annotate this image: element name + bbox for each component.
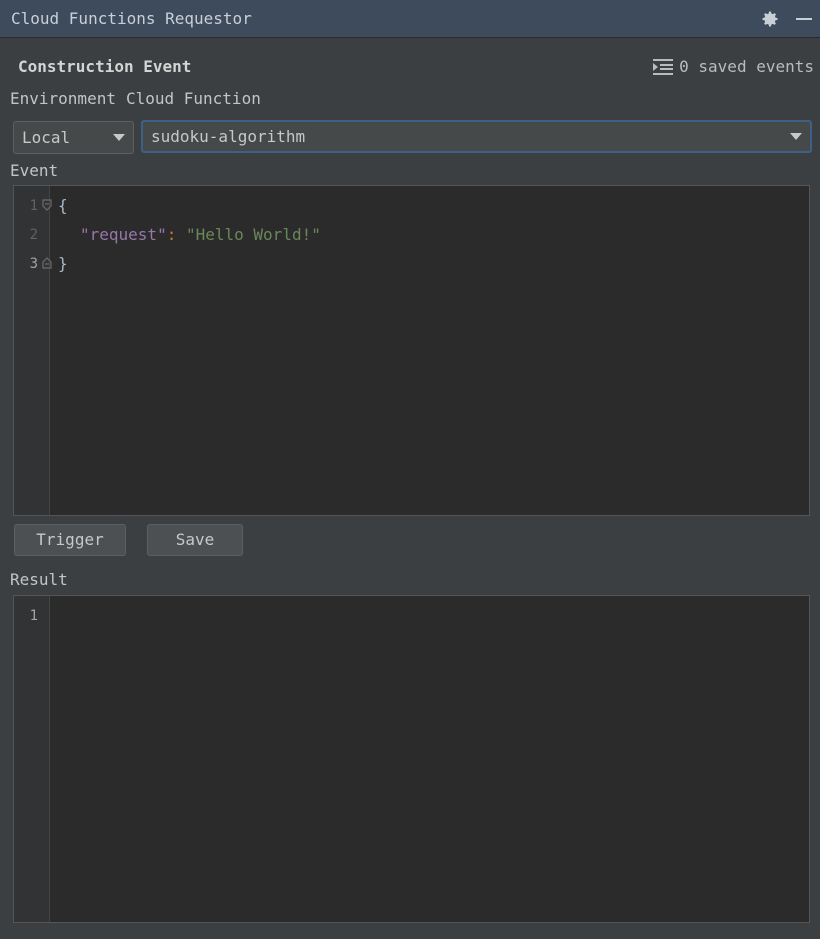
fold-close-icon[interactable] <box>42 257 52 269</box>
event-editor[interactable]: 1 2 3 { "request": "Hello World!" } <box>13 185 810 516</box>
cloud-function-label: Cloud Function <box>125 89 261 108</box>
cloud-function-select[interactable]: sudoku-algorithm <box>141 120 812 153</box>
line-number: 2 <box>29 227 38 243</box>
code-line: "request": "Hello World!" <box>80 225 321 244</box>
json-brace: } <box>58 254 68 273</box>
event-editor-gutter: 1 2 3 <box>14 186 52 515</box>
code-line: { <box>58 196 68 215</box>
section-title: Construction Event <box>18 57 192 76</box>
result-label: Result <box>10 570 68 589</box>
minimize-icon[interactable] <box>796 18 812 20</box>
saved-events-indicator[interactable]: 0 saved events <box>653 57 814 76</box>
gear-icon[interactable] <box>760 9 780 29</box>
environment-label: Environment <box>10 89 116 108</box>
json-string: "Hello World!" <box>185 225 321 244</box>
json-brace: { <box>58 196 68 215</box>
json-colon: : <box>166 225 177 244</box>
result-editor-gutter: 1 <box>14 596 50 922</box>
line-number: 3 <box>29 256 38 272</box>
list-icon <box>653 58 674 75</box>
code-line: } <box>58 254 68 273</box>
chevron-down-icon <box>790 133 802 140</box>
cloud-function-select-value: sudoku-algorithm <box>151 127 306 146</box>
window-title: Cloud Functions Requestor <box>11 9 252 28</box>
environment-select[interactable]: Local <box>13 121 134 154</box>
saved-events-count: 0 saved events <box>679 57 814 76</box>
json-key: "request" <box>80 225 167 244</box>
fold-open-icon[interactable] <box>42 199 52 211</box>
event-label: Event <box>10 161 59 180</box>
line-number: 1 <box>29 198 38 214</box>
result-editor[interactable]: 1 <box>13 595 810 923</box>
chevron-down-icon <box>113 134 125 141</box>
save-button[interactable]: Save <box>147 524 243 556</box>
environment-select-value: Local <box>22 128 71 147</box>
selector-labels: Environment Cloud Function <box>10 89 261 108</box>
line-number: 1 <box>29 608 38 624</box>
title-bar: Cloud Functions Requestor <box>0 0 820 38</box>
trigger-button[interactable]: Trigger <box>14 524 126 556</box>
